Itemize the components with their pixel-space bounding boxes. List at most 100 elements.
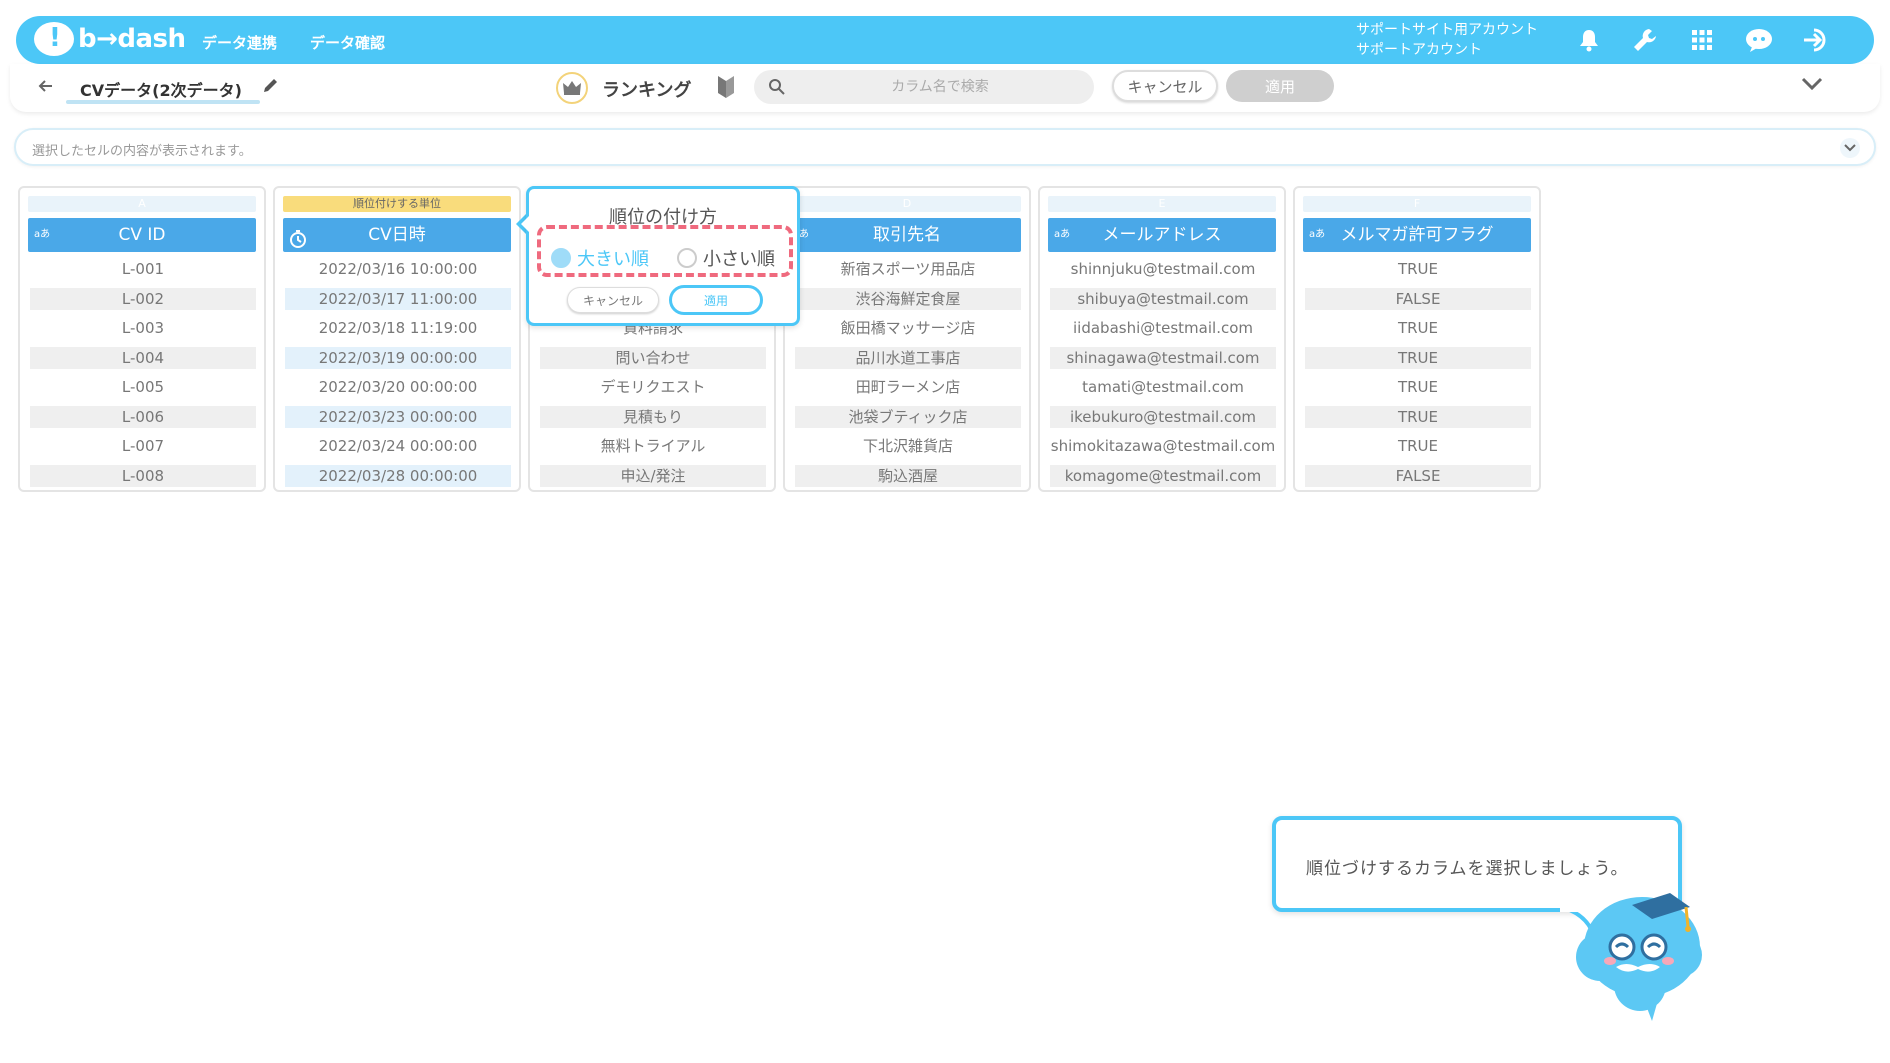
table-cell[interactable]: 2022/03/18 11:19:00 — [285, 317, 511, 339]
table-cell[interactable]: 駒込酒屋 — [795, 465, 1021, 487]
column-search — [754, 70, 1094, 104]
table-cell[interactable]: 無料トライアル — [540, 435, 766, 457]
column-card-e[interactable]: E aあ メールアドレス shinnjuku@testmail.com shib… — [1038, 186, 1286, 492]
table-cell[interactable]: L-008 — [30, 465, 256, 487]
table-cell[interactable]: TRUE — [1305, 347, 1531, 369]
back-arrow-icon[interactable] — [36, 76, 60, 100]
cell-content-placeholder: 選択したセルの内容が表示されます。 — [32, 144, 252, 159]
column-header[interactable]: CV日時 — [283, 218, 511, 252]
account-info[interactable]: サポートサイト用アカウント サポートアカウント — [1356, 20, 1538, 60]
text-type-icon: aあ — [1309, 229, 1326, 240]
clock-icon — [289, 226, 307, 260]
table-cell[interactable]: 2022/03/19 00:00:00 — [285, 347, 511, 369]
table-cell[interactable]: iidabashi@testmail.com — [1050, 317, 1276, 339]
search-input[interactable] — [800, 75, 1080, 99]
table-cell[interactable]: L-006 — [30, 406, 256, 428]
column-card-a[interactable]: A aあ CV ID L-001 L-002 L-003 L-004 L-005… — [18, 186, 266, 492]
radio-ascending[interactable]: 小さい順 — [677, 245, 775, 271]
table-cell[interactable]: L-001 — [30, 258, 256, 280]
table-cell[interactable]: 問い合わせ — [540, 347, 766, 369]
table-cell[interactable]: 飯田橋マッサージ店 — [795, 317, 1021, 339]
column-header[interactable]: aあ CV ID — [28, 218, 256, 252]
table-cell[interactable]: tamati@testmail.com — [1050, 376, 1276, 398]
table-cell[interactable]: 申込/発注 — [540, 465, 766, 487]
crown-icon — [556, 72, 588, 104]
ranking-order-popup: 順位の付け方 大きい順 小さい順 キャンセル 適用 — [526, 186, 800, 326]
account-name: サポートアカウント — [1356, 42, 1482, 58]
table-cell[interactable]: 2022/03/17 11:00:00 — [285, 288, 511, 310]
text-type-icon: あ — [799, 229, 809, 240]
chat-icon[interactable] — [1744, 25, 1774, 55]
table-cell[interactable]: 田町ラーメン店 — [795, 376, 1021, 398]
column-letter: E — [1048, 196, 1276, 212]
table-cell[interactable]: 池袋ブティック店 — [795, 406, 1021, 428]
column-letter: F — [1303, 196, 1531, 212]
title-underline — [66, 100, 260, 104]
radio-unselected-icon — [677, 248, 697, 268]
table-cell[interactable]: TRUE — [1305, 258, 1531, 280]
table-cell[interactable]: 2022/03/16 10:00:00 — [285, 258, 511, 280]
table-cell[interactable]: 見積もり — [540, 406, 766, 428]
nav-data-integration[interactable]: データ連携 — [202, 32, 277, 53]
table-cell[interactable]: shimokitazawa@testmail.com — [1050, 435, 1276, 457]
table-cell[interactable]: TRUE — [1305, 406, 1531, 428]
table-cell[interactable]: L-002 — [30, 288, 256, 310]
column-card-d[interactable]: D あ 取引先名 新宿スポーツ用品店 渋谷海鮮定食屋 飯田橋マッサージ店 品川水… — [783, 186, 1031, 492]
pencil-icon[interactable] — [262, 76, 280, 98]
table-cell[interactable]: komagome@testmail.com — [1050, 465, 1276, 487]
wrench-icon[interactable] — [1630, 25, 1660, 55]
column-header[interactable]: aあ メールアドレス — [1048, 218, 1276, 252]
table-cell[interactable]: 品川水道工事店 — [795, 347, 1021, 369]
table-cell[interactable]: ikebukuro@testmail.com — [1050, 406, 1276, 428]
table-cell[interactable]: 渋谷海鮮定食屋 — [795, 288, 1021, 310]
table-cell[interactable]: FALSE — [1305, 288, 1531, 310]
popup-apply-button[interactable]: 適用 — [669, 285, 763, 315]
table-cell[interactable]: TRUE — [1305, 317, 1531, 339]
table-cell[interactable]: 新宿スポーツ用品店 — [795, 258, 1021, 280]
radio-descending[interactable]: 大きい順 — [551, 245, 649, 271]
table-cell[interactable]: shinagawa@testmail.com — [1050, 347, 1276, 369]
table-cell[interactable]: 下北沢雑貨店 — [795, 435, 1021, 457]
column-header[interactable]: aあ メルマガ許可フラグ — [1303, 218, 1531, 252]
data-title: CVデータ(2次データ) — [80, 81, 242, 100]
column-letter: A — [28, 196, 256, 212]
column-header[interactable]: あ 取引先名 — [793, 218, 1021, 252]
table-cell[interactable]: デモリクエスト — [540, 376, 766, 398]
table-cell[interactable]: TRUE — [1305, 435, 1531, 457]
mascot-icon — [1560, 875, 1710, 1029]
popup-pointer-inner — [521, 215, 530, 233]
search-icon — [768, 78, 786, 100]
table-cell[interactable]: 2022/03/28 00:00:00 — [285, 465, 511, 487]
grid-icon[interactable] — [1687, 25, 1717, 55]
table-cell[interactable]: 2022/03/20 00:00:00 — [285, 376, 511, 398]
cell-content-bar[interactable]: 選択したセルの内容が表示されます。 — [14, 128, 1876, 166]
text-type-icon: aあ — [1054, 229, 1071, 240]
top-navigation-bar: b→dash データ連携 データ確認 サポートサイト用アカウント サポートアカウ… — [16, 16, 1874, 64]
column-card-f[interactable]: F aあ メルマガ許可フラグ TRUE FALSE TRUE TRUE TRUE… — [1293, 186, 1541, 492]
table-cell[interactable]: L-007 — [30, 435, 256, 457]
table-cell[interactable]: FALSE — [1305, 465, 1531, 487]
beginner-mark-icon[interactable] — [716, 74, 736, 104]
table-cell[interactable]: L-005 — [30, 376, 256, 398]
column-letter: D — [793, 196, 1021, 212]
nav-data-check[interactable]: データ確認 — [310, 32, 385, 53]
radio-ascending-label: 小さい順 — [703, 249, 775, 270]
table-cell[interactable]: shinnjuku@testmail.com — [1050, 258, 1276, 280]
table-cell[interactable]: L-004 — [30, 347, 256, 369]
column-header-label: CV日時 — [368, 225, 426, 245]
cancel-button[interactable]: キャンセル — [1112, 70, 1218, 102]
apply-button[interactable]: 適用 — [1226, 70, 1334, 102]
table-cell[interactable]: 2022/03/23 00:00:00 — [285, 406, 511, 428]
table-cell[interactable]: L-003 — [30, 317, 256, 339]
column-card-b[interactable]: 順位付けする単位 CV日時 2022/03/16 10:00:00 2022/0… — [273, 186, 521, 492]
logout-icon[interactable] — [1802, 25, 1832, 55]
table-cell[interactable]: shibuya@testmail.com — [1050, 288, 1276, 310]
expand-chevron-icon[interactable] — [1840, 138, 1860, 158]
text-type-icon: aあ — [34, 229, 51, 240]
table-cell[interactable]: 2022/03/24 00:00:00 — [285, 435, 511, 457]
table-cell[interactable]: TRUE — [1305, 376, 1531, 398]
bdash-logo[interactable]: b→dash — [34, 22, 186, 56]
chevron-down-icon[interactable] — [1800, 76, 1824, 96]
bell-icon[interactable] — [1574, 25, 1604, 55]
popup-cancel-button[interactable]: キャンセル — [567, 287, 659, 313]
